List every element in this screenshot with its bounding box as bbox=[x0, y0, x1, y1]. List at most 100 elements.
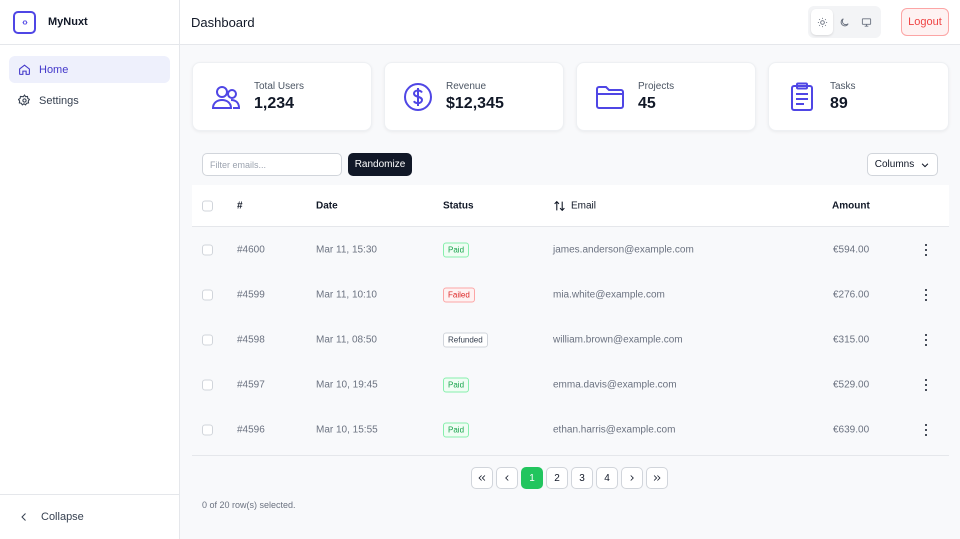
order-email: ethan.harris@example.com bbox=[553, 424, 676, 435]
sidebar-item-label: Settings bbox=[39, 94, 79, 107]
table-divider bbox=[192, 455, 949, 456]
stat-label: Total Users bbox=[254, 81, 305, 92]
collapse-button[interactable]: Collapse bbox=[0, 494, 179, 539]
row-actions-icon[interactable] bbox=[921, 333, 931, 346]
order-email: emma.davis@example.com bbox=[553, 379, 677, 390]
logout-button[interactable]: Logout bbox=[901, 8, 949, 36]
top-header: Dashboard Logout bbox=[180, 0, 960, 45]
stat-label: Projects bbox=[638, 81, 675, 92]
chevron-down-icon bbox=[921, 162, 929, 167]
order-id: #4596 bbox=[237, 424, 265, 435]
first-page-button[interactable] bbox=[471, 467, 493, 489]
column-header-amount: Amount bbox=[832, 200, 870, 211]
order-date: Mar 10, 15:55 bbox=[316, 424, 378, 435]
columns-dropdown-button[interactable]: Columns bbox=[867, 153, 938, 176]
select-all-checkbox[interactable] bbox=[202, 200, 213, 211]
order-id: #4597 bbox=[237, 379, 265, 390]
status-badge: Failed bbox=[443, 287, 475, 302]
row-checkbox[interactable] bbox=[202, 244, 213, 255]
gear-icon bbox=[18, 94, 31, 106]
order-date: Mar 11, 10:10 bbox=[316, 289, 377, 300]
chevrons-left-icon bbox=[478, 475, 486, 481]
sidebar-item-settings[interactable]: Settings bbox=[9, 87, 170, 114]
collapse-label: Collapse bbox=[41, 511, 84, 523]
page-button[interactable]: 3 bbox=[571, 467, 593, 489]
stat-value: 89 bbox=[830, 95, 848, 112]
table-row[interactable]: #4596 Mar 10, 15:55 Paid ethan.harris@examp… bbox=[192, 407, 949, 452]
column-header-date: Date bbox=[316, 200, 338, 211]
sidebar-item-label: Home bbox=[39, 63, 69, 76]
status-badge: Refunded bbox=[443, 332, 488, 347]
row-checkbox[interactable] bbox=[202, 379, 213, 390]
moon-icon bbox=[840, 17, 849, 26]
stat-card-projects: Projects 45 bbox=[576, 62, 756, 131]
brand-logo-icon: ‹› bbox=[13, 10, 36, 34]
stat-card-revenue: Revenue $12,345 bbox=[384, 62, 564, 131]
row-actions-icon[interactable] bbox=[921, 423, 931, 436]
stat-value: 45 bbox=[638, 95, 656, 112]
order-amount: €529.00 bbox=[833, 379, 870, 390]
order-date: Mar 10, 19:45 bbox=[316, 379, 378, 390]
row-actions-icon[interactable] bbox=[921, 243, 931, 256]
table-row[interactable]: #4599 Mar 11, 10:10 Failed mia.white@exampl… bbox=[192, 272, 949, 317]
selected-rows-count: 0 of 20 row(s) selected. bbox=[202, 500, 296, 510]
order-amount: €594.00 bbox=[833, 244, 870, 255]
order-date: Mar 11, 15:30 bbox=[316, 244, 377, 255]
prev-page-button[interactable] bbox=[496, 467, 518, 489]
table-row[interactable]: #4600 Mar 11, 15:30 Paid james.anderson@exa… bbox=[192, 227, 949, 272]
last-page-button[interactable] bbox=[646, 467, 668, 489]
theme-dark-button[interactable] bbox=[833, 9, 855, 35]
page-button[interactable]: 4 bbox=[596, 467, 618, 489]
order-id: #4600 bbox=[237, 244, 265, 255]
brand[interactable]: ‹› MyNuxt bbox=[0, 0, 179, 45]
table-body: #4600 Mar 11, 15:30 Paid james.anderson@exa… bbox=[192, 227, 949, 452]
filter-emails-input[interactable] bbox=[202, 153, 342, 176]
page-button[interactable]: 1 bbox=[521, 467, 543, 489]
folder-icon bbox=[596, 86, 624, 109]
chevrons-right-icon bbox=[653, 475, 661, 481]
sidebar: ‹› MyNuxt Home Settings Collapse bbox=[0, 0, 180, 539]
order-email: mia.white@example.com bbox=[553, 289, 665, 300]
sort-icon bbox=[554, 200, 565, 211]
randomize-button[interactable]: Randomize bbox=[348, 153, 412, 176]
stat-card-users: Total Users 1,234 bbox=[192, 62, 372, 131]
email-sort-button[interactable]: Email bbox=[553, 199, 596, 212]
column-header-status: Status bbox=[443, 200, 474, 211]
sun-icon bbox=[817, 17, 827, 27]
dollar-icon bbox=[404, 83, 432, 111]
table-row[interactable]: #4597 Mar 10, 19:45 Paid emma.davis@example… bbox=[192, 362, 949, 407]
chevron-right-icon bbox=[630, 475, 634, 481]
next-page-button[interactable] bbox=[621, 467, 643, 489]
columns-label: Columns bbox=[874, 159, 915, 170]
clipboard-icon bbox=[791, 82, 813, 111]
order-date: Mar 11, 08:50 bbox=[316, 334, 377, 345]
row-actions-icon[interactable] bbox=[921, 288, 931, 301]
pagination: 1 2 3 4 bbox=[471, 467, 668, 489]
theme-system-button[interactable] bbox=[855, 9, 877, 35]
column-header-email: Email bbox=[571, 200, 597, 211]
row-checkbox[interactable] bbox=[202, 334, 213, 345]
row-checkbox[interactable] bbox=[202, 424, 213, 435]
sidebar-item-home[interactable]: Home bbox=[9, 56, 170, 83]
row-actions-icon[interactable] bbox=[921, 378, 931, 391]
order-id: #4599 bbox=[237, 289, 265, 300]
page-button[interactable]: 2 bbox=[546, 467, 568, 489]
chevron-left-icon bbox=[505, 475, 509, 481]
home-icon bbox=[19, 64, 30, 75]
status-badge: Paid bbox=[443, 242, 470, 257]
brand-name: MyNuxt bbox=[48, 16, 88, 28]
row-checkbox[interactable] bbox=[202, 289, 213, 300]
order-email: james.anderson@example.com bbox=[553, 244, 694, 255]
order-amount: €315.00 bbox=[833, 334, 870, 345]
status-badge: Paid bbox=[443, 377, 470, 392]
chevron-left-icon bbox=[21, 513, 26, 521]
order-email: william.brown@example.com bbox=[553, 334, 683, 345]
table-row[interactable]: #4598 Mar 11, 08:50 Refunded william.brown@… bbox=[192, 317, 949, 362]
theme-light-button[interactable] bbox=[811, 9, 833, 35]
stat-label: Revenue bbox=[446, 81, 487, 92]
table-header-row: # Date Status Email Amount bbox=[192, 185, 949, 227]
stat-value: $12,345 bbox=[446, 95, 504, 112]
order-amount: €276.00 bbox=[833, 289, 870, 300]
stat-label: Tasks bbox=[830, 81, 856, 92]
stat-card-tasks: Tasks 89 bbox=[768, 62, 949, 131]
